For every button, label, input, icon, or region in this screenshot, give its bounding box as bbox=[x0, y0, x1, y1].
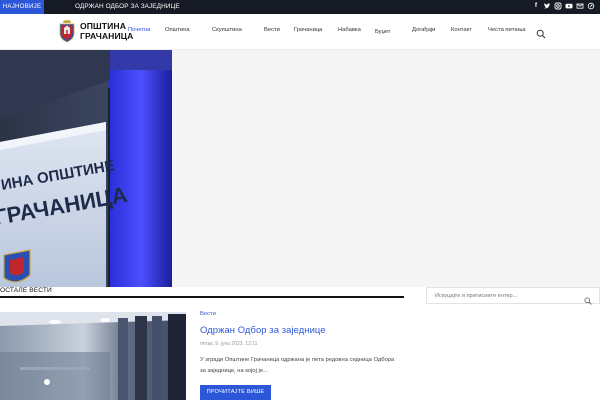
logo-line-2: ГРАЧАНИЦА bbox=[80, 31, 134, 41]
latest-news-badge: НАЈНОВИЈЕ bbox=[0, 0, 44, 14]
nav-item-contact[interactable]: Контакт bbox=[451, 27, 472, 33]
external-link-icon[interactable] bbox=[587, 2, 595, 10]
article-excerpt: У згради Општине Грачаница одржана је пе… bbox=[200, 357, 395, 374]
nav-item-assembly[interactable]: Скупштина bbox=[212, 27, 242, 33]
municipality-coat-of-arms-logo[interactable] bbox=[58, 19, 76, 43]
ticker-headline[interactable]: ОДРЖАН ОДБОР ЗА ЗАЈЕДНИЦЕ bbox=[75, 0, 180, 14]
section-title-other-news: ОСТАЛЕ ВЕСТИ bbox=[0, 287, 52, 294]
hero-image-municipality-sign[interactable]: ИНА ОПШТИНЕ ГРАЧАНИЦА bbox=[0, 50, 172, 287]
sidebar-search-box bbox=[426, 287, 600, 305]
facebook-icon[interactable]: f bbox=[532, 2, 540, 10]
nav-item-municipality[interactable]: Општина bbox=[165, 27, 190, 33]
nav-item-home[interactable]: Почетна bbox=[128, 27, 150, 33]
read-more-button[interactable]: ПРОЧИТАЈТЕ ВИШЕ bbox=[200, 385, 271, 400]
nav-item-procurement[interactable]: Набавка bbox=[338, 27, 361, 33]
twitter-icon[interactable] bbox=[543, 2, 551, 10]
top-ticker-bar: НАЈНОВИЈЕ ОДРЖАН ОДБОР ЗА ЗАЈЕДНИЦЕ f bbox=[0, 0, 600, 14]
search-icon[interactable] bbox=[536, 26, 546, 39]
section-divider bbox=[0, 296, 404, 298]
article-date: петак, 9. јуна 2023. 12:11 bbox=[200, 341, 258, 347]
nav-item-events[interactable]: Догађаји bbox=[412, 27, 435, 33]
article-title[interactable]: Одржан Одбор за заједнице bbox=[200, 324, 326, 335]
site-logo-text[interactable]: ОПШТИНА ГРАЧАНИЦА bbox=[80, 21, 133, 41]
youtube-icon[interactable] bbox=[565, 2, 573, 10]
search-icon[interactable] bbox=[584, 292, 592, 305]
article-category[interactable]: Вести bbox=[200, 311, 216, 317]
nav-item-news[interactable]: Вести bbox=[264, 27, 280, 33]
nav-item-budget[interactable]: Буџет bbox=[375, 29, 390, 35]
instagram-icon[interactable] bbox=[554, 2, 562, 10]
sidebar-search-input[interactable] bbox=[435, 291, 575, 301]
logo-line-1: ОПШТИНА bbox=[80, 21, 127, 31]
social-links: f bbox=[532, 2, 595, 12]
nav-item-gracanica[interactable]: Грачаница bbox=[294, 27, 322, 33]
hero-slider: ИНА ОПШТИНЕ ГРАЧАНИЦА bbox=[0, 50, 600, 287]
site-header: ОПШТИНА ГРАЧАНИЦА Почетна Општина Скупшт… bbox=[0, 14, 600, 50]
email-icon[interactable] bbox=[576, 2, 584, 10]
nav-item-faq[interactable]: Честа питања bbox=[488, 27, 526, 33]
article-thumbnail[interactable] bbox=[0, 312, 186, 400]
